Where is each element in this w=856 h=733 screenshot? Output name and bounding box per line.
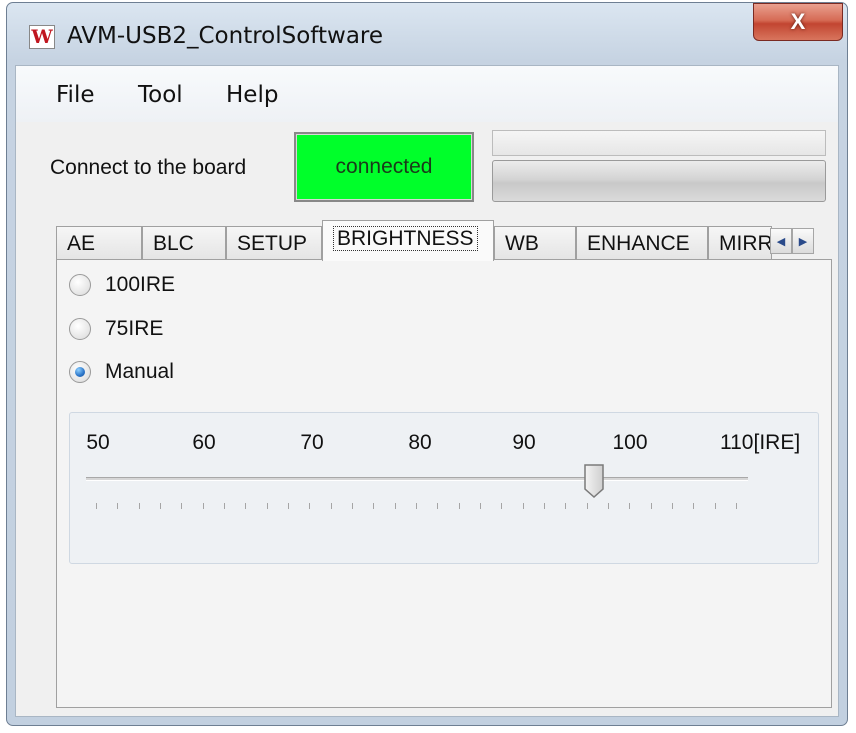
title-bar[interactable]: W AVM-USB2_ControlSoftware X <box>7 3 847 65</box>
client-area: File Tool Help Connect to the board conn… <box>15 65 839 717</box>
slider-tick <box>608 503 609 509</box>
radio-label: 75IRE <box>105 317 164 340</box>
progress-bar <box>492 160 826 202</box>
scale-label: 50 <box>86 431 110 454</box>
slider-tick <box>522 503 524 509</box>
radio-100ire[interactable]: 100IRE <box>69 272 175 298</box>
slider-tick <box>544 503 545 509</box>
slider-tick <box>480 503 481 509</box>
radio-manual[interactable]: Manual <box>69 359 174 385</box>
slider-tick <box>309 503 311 509</box>
menu-help[interactable]: Help <box>226 82 278 108</box>
connection-status-text: connected <box>335 155 433 178</box>
tab-scroll-right-icon[interactable]: ▶ <box>792 228 814 254</box>
slider-tick <box>437 503 439 509</box>
brightness-slider-thumb[interactable] <box>583 463 605 499</box>
slider-tick <box>565 503 567 509</box>
app-logo-icon: W <box>29 25 55 49</box>
tab-blc[interactable]: BLC <box>142 226 226 260</box>
slider-tick <box>160 503 161 509</box>
radio-label: Manual <box>105 360 174 383</box>
menu-file[interactable]: File <box>56 82 95 108</box>
close-button[interactable]: X <box>753 3 843 41</box>
tab-brightness[interactable]: BRIGHTNESS <box>322 220 494 261</box>
scale-label: 80 <box>408 431 432 454</box>
scale-label: 90 <box>512 431 536 454</box>
slider-tick <box>693 503 695 509</box>
radio-label: 100IRE <box>105 273 176 296</box>
slider-tick <box>736 503 737 509</box>
slider-tick <box>117 503 119 509</box>
slider-tick <box>245 503 247 509</box>
slider-tick <box>288 503 289 509</box>
slider-tick <box>96 503 97 509</box>
slider-tick <box>352 503 353 509</box>
radio-75ire[interactable]: 75IRE <box>69 316 163 342</box>
tab-scroll-left-icon[interactable]: ◀ <box>770 228 792 254</box>
slider-tick <box>416 503 417 509</box>
slider-tick <box>394 503 396 509</box>
tab-enhance[interactable]: ENHANCE <box>576 226 708 260</box>
slider-ticks <box>96 503 737 513</box>
tab-strip: AE BLC SETUP BRIGHTNESS WB ENHANCE MIRR … <box>56 220 832 261</box>
scale-label: 110[IRE] <box>720 431 801 454</box>
slider-tick <box>458 503 460 509</box>
status-field <box>492 130 826 156</box>
slider-tick <box>650 503 652 509</box>
menu-bar: File Tool Help <box>16 66 838 122</box>
slider-tick <box>586 503 588 509</box>
slider-tick <box>266 503 268 509</box>
slider-tick <box>714 503 716 509</box>
app-window: W AVM-USB2_ControlSoftware X File Tool H… <box>6 2 848 726</box>
menu-tool[interactable]: Tool <box>138 82 183 108</box>
scale-label: 100 <box>612 431 648 454</box>
scale-label: 70 <box>300 431 324 454</box>
tab-ae[interactable]: AE <box>56 226 142 260</box>
connection-status-button[interactable]: connected <box>294 132 474 202</box>
slider-tick <box>224 503 225 509</box>
connect-label: Connect to the board <box>50 156 247 179</box>
tab-brightness-label: BRIGHTNESS <box>333 226 478 251</box>
radio-button-icon[interactable] <box>69 274 91 296</box>
brightness-slider-group: 50 60 70 80 90 100 110[IRE] <box>69 412 819 564</box>
brightness-slider-track[interactable] <box>86 477 748 481</box>
slider-tick <box>501 503 503 509</box>
radio-button-icon[interactable] <box>69 361 91 383</box>
tab-setup[interactable]: SETUP <box>226 226 322 260</box>
radio-selected-dot <box>75 367 85 377</box>
radio-button-icon[interactable] <box>69 318 91 340</box>
slider-tick <box>330 503 332 509</box>
slider-tick <box>672 503 673 509</box>
tab-mirror[interactable]: MIRR <box>708 226 772 260</box>
slider-tick <box>181 503 183 509</box>
brightness-panel: 100IRE 75IRE Manual 50 60 70 80 90 100 1… <box>56 259 832 708</box>
slider-tick <box>138 503 140 509</box>
tab-wb[interactable]: WB <box>494 226 576 260</box>
window-title: AVM-USB2_ControlSoftware <box>67 23 384 49</box>
slider-tick <box>202 503 204 509</box>
slider-tick <box>629 503 631 509</box>
scale-label: 60 <box>192 431 216 454</box>
slider-tick <box>373 503 375 509</box>
